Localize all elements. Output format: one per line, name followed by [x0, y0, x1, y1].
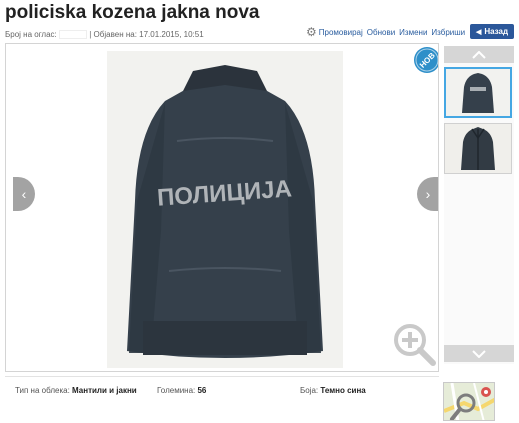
spec-size: Големина: 56 [157, 386, 206, 395]
spec-size-value: 56 [197, 386, 207, 395]
spec-color: Боја: Темно сина [300, 386, 366, 395]
page-title: policiska kozena jakna nova [5, 2, 260, 23]
listing-id-label: Број на оглас: [5, 30, 57, 39]
thumbs-down-button[interactable] [444, 345, 514, 362]
listing-meta: Број на оглас: | Објавен на: 17.01.2015,… [5, 30, 204, 40]
arrow-left-icon: ◀ [475, 28, 482, 36]
published-label: | Објавен на: [89, 30, 137, 39]
listing-specs: Тип на облека: Мантили и јакни Големина:… [5, 380, 439, 400]
delete-link[interactable]: Избриши [431, 28, 465, 37]
spec-color-label: Боја: [300, 386, 319, 395]
back-button-label: Назад [484, 27, 509, 36]
next-image-button[interactable]: › [417, 177, 438, 211]
chevron-up-icon [472, 50, 486, 59]
thumbnail-1-image [446, 69, 510, 116]
image-viewer: ПОЛИЦИЈА ‹ › НОВ [5, 43, 439, 372]
refresh-link[interactable]: Обнови [367, 28, 395, 37]
prev-image-button[interactable]: ‹ [13, 177, 35, 211]
listing-actions: ⚙ Промовирај Обнови Измени Избриши [306, 25, 469, 39]
spec-type-label: Тип на облека: [15, 386, 70, 395]
chevron-right-icon: › [425, 186, 431, 202]
location-map[interactable] [443, 382, 495, 421]
promote-link[interactable]: Промовирај [319, 28, 363, 37]
back-button[interactable]: ◀ Назад [470, 24, 514, 39]
thumbnail-2[interactable] [444, 123, 512, 174]
spec-type-value: Мантили и јакни [72, 386, 137, 395]
thumbnail-1[interactable] [444, 67, 512, 118]
thumbs-up-button[interactable] [444, 46, 514, 63]
thumbnail-strip [444, 46, 514, 364]
spec-type: Тип на облека: Мантили и јакни [15, 386, 137, 395]
section-divider [5, 376, 439, 377]
chevron-down-icon [472, 349, 486, 358]
spec-size-label: Големина: [157, 386, 196, 395]
edit-link[interactable]: Измени [399, 28, 427, 37]
chevron-left-icon: ‹ [21, 186, 27, 202]
published-date: 17.01.2015, 10:51 [139, 30, 204, 39]
thumbnail-2-image [445, 124, 511, 173]
gear-icon: ⚙ [306, 25, 317, 39]
main-photo[interactable]: ПОЛИЦИЈА [107, 51, 343, 368]
listing-id-masked [59, 30, 88, 40]
jacket-image: ПОЛИЦИЈА [107, 51, 343, 368]
new-badge: НОВ [414, 47, 438, 73]
zoom-in-icon[interactable] [391, 321, 437, 367]
spec-color-value: Темно сина [320, 386, 366, 395]
map-icon [444, 383, 494, 420]
